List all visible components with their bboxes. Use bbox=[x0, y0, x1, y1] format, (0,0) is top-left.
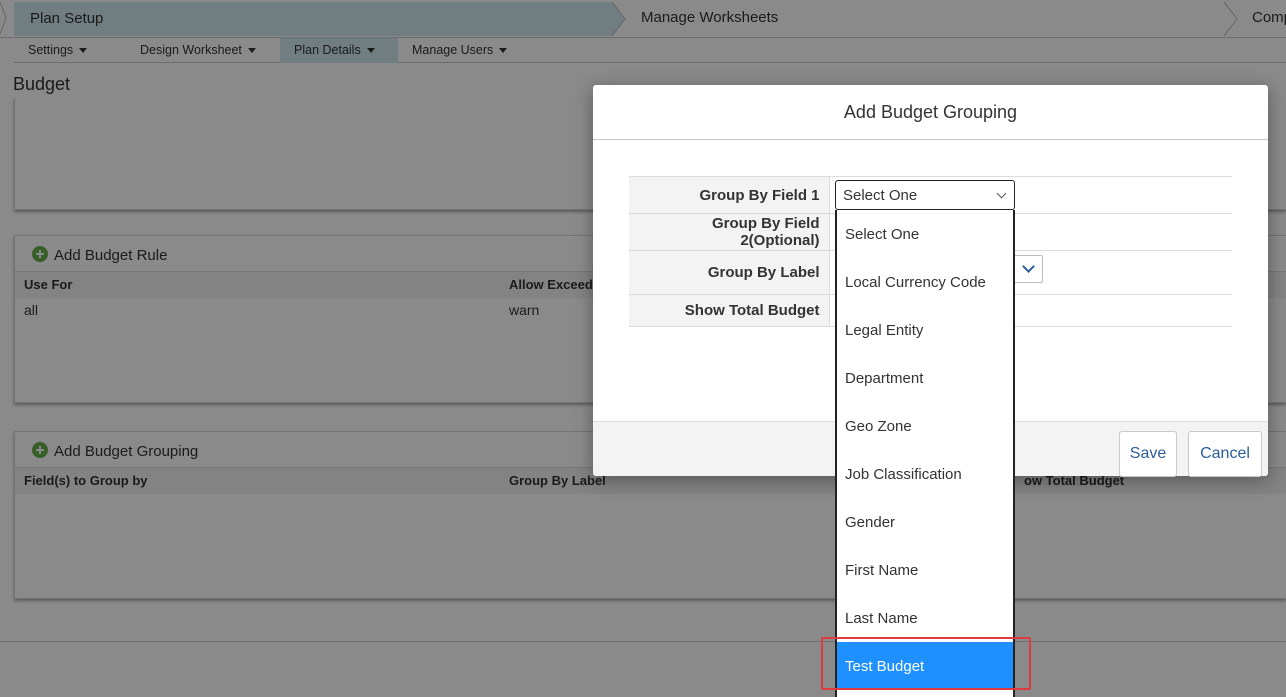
option-gender[interactable]: Gender bbox=[837, 498, 1013, 546]
chevron-down-icon bbox=[996, 188, 1007, 199]
option-legal-entity[interactable]: Legal Entity bbox=[837, 306, 1013, 354]
option-department[interactable]: Department bbox=[837, 354, 1013, 402]
group-by-field-1-label: Group By Field 1 bbox=[629, 176, 830, 214]
option-last-name[interactable]: Last Name bbox=[837, 594, 1013, 642]
highlight-annotation bbox=[821, 637, 1031, 690]
option-select-one[interactable]: Select One bbox=[837, 210, 1013, 258]
cancel-button[interactable]: Cancel bbox=[1188, 431, 1262, 477]
chevron-down-icon bbox=[1022, 260, 1035, 273]
group-by-label-label: Group By Label bbox=[629, 250, 830, 295]
option-first-name[interactable]: First Name bbox=[837, 546, 1013, 594]
option-local-currency-code[interactable]: Local Currency Code bbox=[837, 258, 1013, 306]
dialog-title: Add Budget Grouping bbox=[593, 85, 1268, 140]
show-total-budget-label: Show Total Budget bbox=[629, 294, 830, 327]
option-geo-zone[interactable]: Geo Zone bbox=[837, 402, 1013, 450]
select-value: Select One bbox=[843, 187, 918, 204]
save-button[interactable]: Save bbox=[1119, 431, 1177, 477]
group-by-field-2-label: Group By Field 2(Optional) bbox=[629, 213, 830, 251]
option-job-classification[interactable]: Job Classification bbox=[837, 450, 1013, 498]
group-by-field-1-options: Select One Local Currency Code Legal Ent… bbox=[835, 210, 1015, 697]
group-by-field-1-select[interactable]: Select One bbox=[835, 180, 1015, 210]
